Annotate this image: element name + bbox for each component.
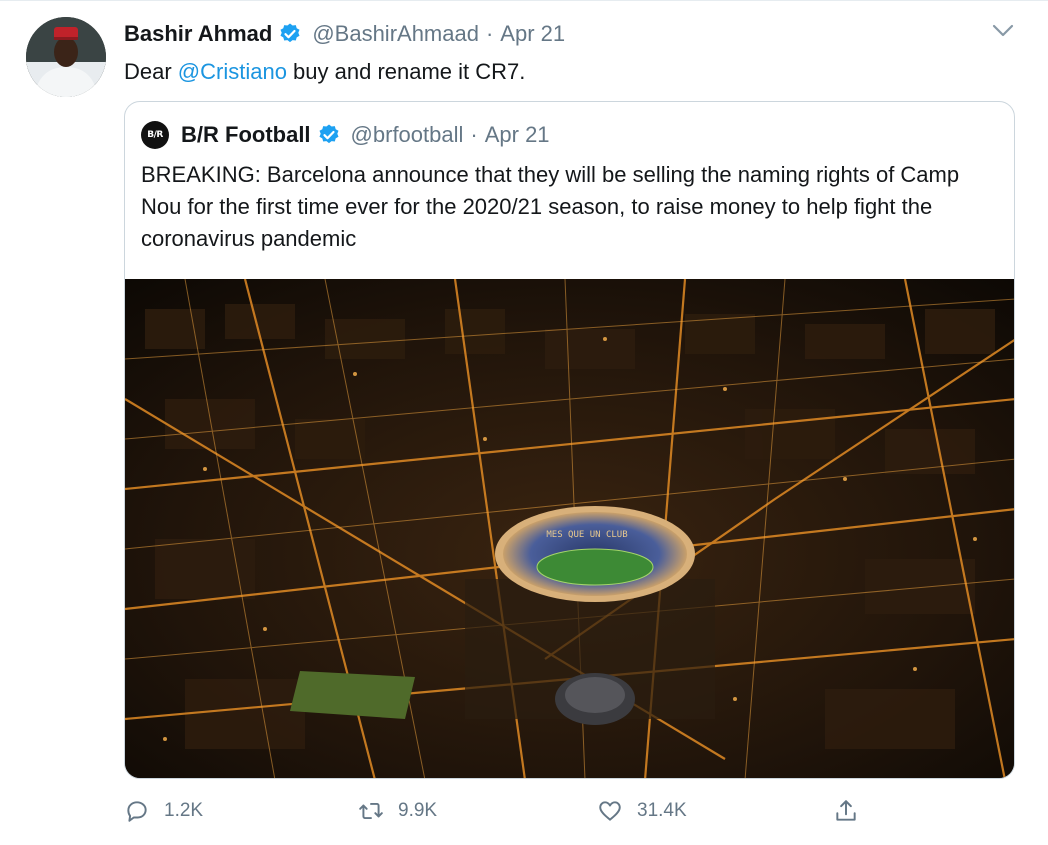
verified-badge-icon xyxy=(317,123,341,147)
quoted-author-name[interactable]: B/R Football xyxy=(181,122,311,148)
reply-count: 1.2K xyxy=(164,800,204,821)
tweet-header: Bashir Ahmad @BashirAhmaad · Apr 21 xyxy=(124,19,565,49)
separator-dot: · xyxy=(485,21,494,46)
reply-icon xyxy=(127,801,147,822)
tweet-actions: 1.2K 9.9K 31.4K xyxy=(124,793,884,829)
quoted-tweet[interactable]: B/R B/R Football @brfootball · Apr 21 BR… xyxy=(124,101,1015,779)
like-button[interactable]: 31.4K xyxy=(597,793,687,829)
chevron-down-icon[interactable] xyxy=(990,20,1016,42)
quoted-media-image[interactable]: MES QUE UN CLUB xyxy=(125,279,1014,778)
retweet-button[interactable]: 9.9K xyxy=(358,793,437,829)
quoted-date[interactable]: Apr 21 xyxy=(485,122,550,148)
tweet-text-suffix: buy and rename it CR7. xyxy=(286,59,526,84)
tweet-date[interactable]: Apr 21 xyxy=(500,21,565,47)
quoted-tweet-text: BREAKING: Barcelona announce that they w… xyxy=(141,162,960,251)
quoted-logo-text: B/R xyxy=(147,130,163,140)
reply-button[interactable]: 1.2K xyxy=(124,793,203,829)
like-count: 31.4K xyxy=(637,800,687,821)
avatar[interactable] xyxy=(26,17,106,97)
author-handle[interactable]: @BashirAhmaad xyxy=(312,21,479,47)
quoted-tweet-header: B/R B/R Football @brfootball · Apr 21 xyxy=(141,120,550,150)
share-button[interactable] xyxy=(833,793,873,829)
share-icon xyxy=(836,800,856,821)
quoted-author-handle[interactable]: @brfootball xyxy=(351,122,464,148)
stadium-sign: MES QUE UN CLUB xyxy=(546,530,627,540)
heart-icon xyxy=(599,801,621,821)
quoted-avatar[interactable]: B/R xyxy=(141,121,169,149)
verified-badge-icon xyxy=(278,22,302,46)
retweet-icon xyxy=(359,802,383,820)
retweet-count: 9.9K xyxy=(398,800,438,821)
author-name[interactable]: Bashir Ahmad xyxy=(124,21,272,47)
tweet[interactable]: Bashir Ahmad @BashirAhmaad · Apr 21 Dear… xyxy=(0,0,1048,845)
tweet-text: Dear @Cristiano buy and rename it CR7. xyxy=(124,57,525,87)
separator-dot: · xyxy=(470,122,478,147)
mention-link[interactable]: @Cristiano xyxy=(178,59,287,84)
tweet-text-prefix: Dear xyxy=(124,59,178,84)
